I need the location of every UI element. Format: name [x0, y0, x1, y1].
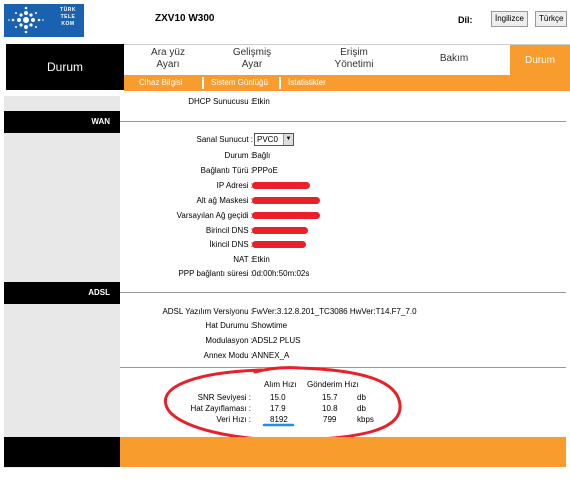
- footer: [4, 437, 566, 467]
- annotation-overlay: [163, 366, 402, 442]
- red-annotation-circle: [163, 366, 402, 442]
- footer-right-block: [120, 437, 566, 467]
- footer-left-block: [4, 437, 120, 467]
